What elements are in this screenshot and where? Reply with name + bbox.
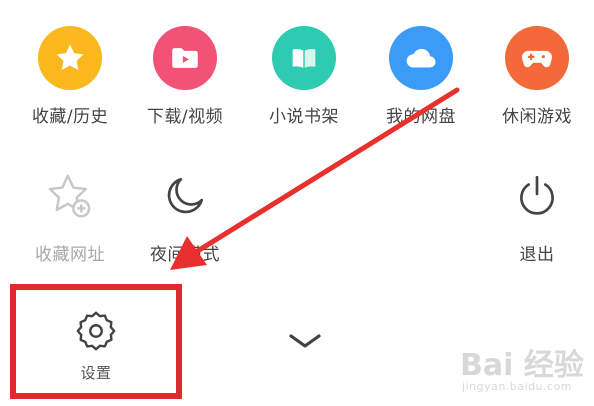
menu-item-novel-bookshelf[interactable]: 小说书架 xyxy=(249,26,359,127)
menu-item-label: 收藏网址 xyxy=(35,245,105,265)
collapse-button[interactable] xyxy=(281,326,329,356)
watermark: Bai 经验 jingyan.baidu.com xyxy=(456,338,590,402)
menu-item-label: 收藏/历史 xyxy=(31,107,109,127)
menu-item-casual-games[interactable]: 休闲游戏 xyxy=(482,26,592,127)
watermark-brand: Bai 经验 xyxy=(460,348,584,383)
video-folder-icon xyxy=(153,26,217,90)
menu-item-label: 退出 xyxy=(519,245,555,265)
menu-item-favorites-history[interactable]: 收藏/历史 xyxy=(15,26,125,127)
star-icon xyxy=(38,26,102,90)
cloud-icon xyxy=(389,26,453,90)
menu-item-bookmark-site[interactable]: 收藏网址 xyxy=(15,164,125,265)
menu-item-exit[interactable]: 退出 xyxy=(482,164,592,265)
gamepad-icon xyxy=(505,26,569,90)
book-icon xyxy=(272,26,336,90)
gear-icon xyxy=(16,308,176,354)
menu-item-label: 我的网盘 xyxy=(386,107,456,127)
settings-label: 设置 xyxy=(80,364,112,382)
menu-item-label: 下载/视频 xyxy=(146,107,224,127)
menu-item-label: 休闲游戏 xyxy=(502,107,572,127)
star-add-icon xyxy=(38,164,102,228)
menu-item-night-mode[interactable]: 夜间模式 xyxy=(130,164,240,265)
menu-item-downloads-video[interactable]: 下载/视频 xyxy=(130,26,240,127)
menu-item-label: 夜间模式 xyxy=(150,245,220,265)
moon-icon xyxy=(153,164,217,228)
menu-item-label: 小说书架 xyxy=(269,107,339,127)
chevron-down-icon xyxy=(289,334,321,348)
power-icon xyxy=(505,164,569,228)
menu-item-cloud-drive[interactable]: 我的网盘 xyxy=(366,26,476,127)
settings-button[interactable]: 设置 xyxy=(10,284,182,399)
watermark-site: jingyan.baidu.com xyxy=(462,380,573,393)
